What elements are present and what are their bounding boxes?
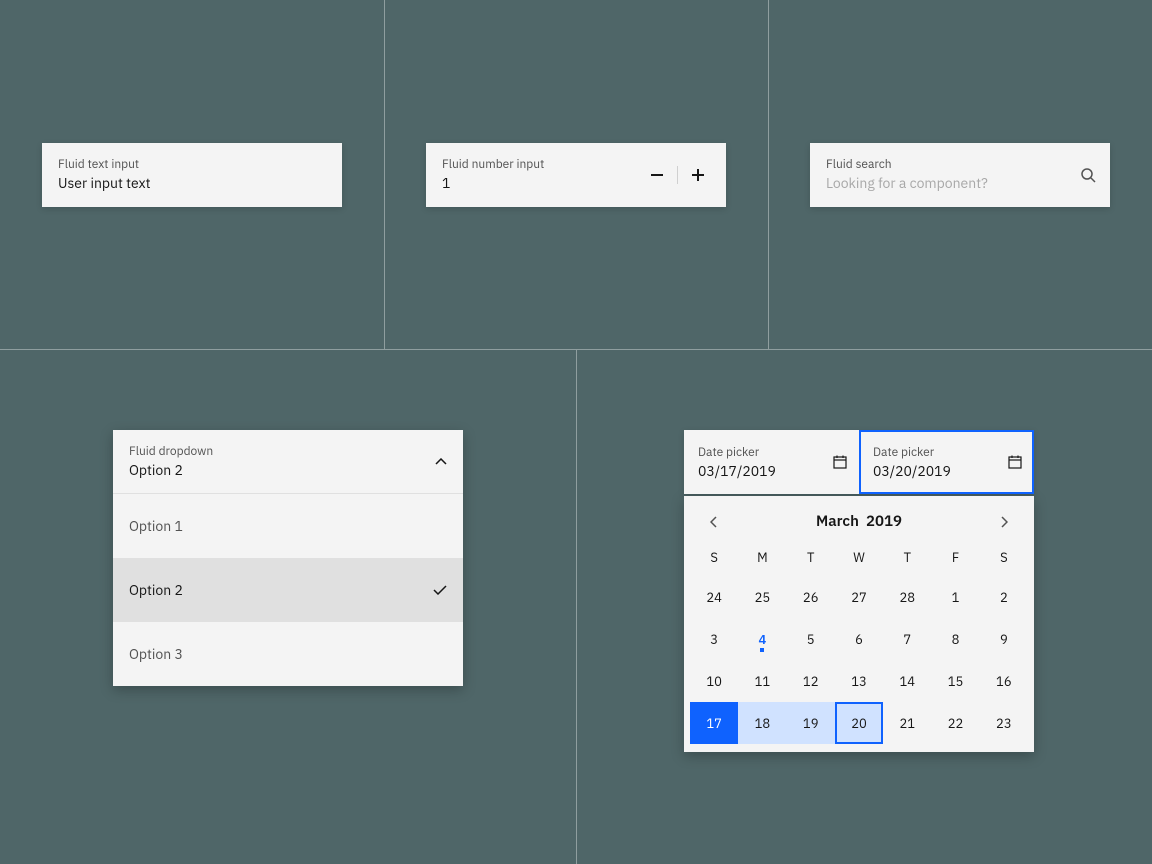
calendar-day[interactable]: 16 [980, 660, 1028, 702]
fluid-search-input[interactable]: Fluid search Looking for a component? [810, 143, 1110, 207]
calendar-day[interactable]: 11 [738, 660, 786, 702]
search-icon[interactable] [1080, 167, 1096, 183]
date-end-value: 03/20/2019 [873, 462, 1020, 480]
decrement-button[interactable] [637, 155, 677, 195]
date-end-label: Date picker [873, 445, 1020, 460]
dropdown-option[interactable]: Option 2 [113, 558, 463, 622]
date-start-input[interactable]: Date picker 03/17/2019 [684, 430, 859, 494]
calendar-day[interactable]: 7 [883, 618, 931, 660]
prev-month-button[interactable] [702, 516, 726, 528]
calendar-weekday: M [738, 539, 786, 576]
dropdown-selected: Option 2 [129, 461, 447, 479]
date-end-input[interactable]: Date picker 03/20/2019 [859, 430, 1034, 494]
search-label: Fluid search [826, 157, 1094, 172]
dropdown-option-label: Option 1 [129, 517, 183, 535]
calendar-day[interactable]: 28 [883, 576, 931, 618]
dropdown-option[interactable]: Option 1 [113, 494, 463, 558]
calendar-day[interactable]: 10 [690, 660, 738, 702]
fluid-number-input[interactable]: Fluid number input 1 [426, 143, 726, 207]
calendar-days-grid: 2425262728123456789101112131415161718192… [690, 576, 1028, 744]
calendar-weekday: W [835, 539, 883, 576]
calendar-day[interactable]: 9 [980, 618, 1028, 660]
text-input-label: Fluid text input [58, 157, 326, 172]
date-start-value: 03/17/2019 [698, 462, 845, 480]
calendar-weekday: S [690, 539, 738, 576]
calendar-weekday: T [787, 539, 835, 576]
calendar-weekday: F [931, 539, 979, 576]
dropdown-option-label: Option 2 [129, 581, 183, 599]
dropdown-option-label: Option 3 [129, 645, 183, 663]
checkmark-icon [433, 585, 447, 595]
calendar-day[interactable]: 15 [931, 660, 979, 702]
calendar-day[interactable]: 8 [931, 618, 979, 660]
calendar-month-year: March 2019 [816, 512, 902, 531]
increment-button[interactable] [678, 155, 718, 195]
calendar-day[interactable]: 13 [835, 660, 883, 702]
calendar-weekday: S [980, 539, 1028, 576]
chevron-up-icon [435, 458, 447, 466]
dropdown-label: Fluid dropdown [129, 444, 447, 459]
calendar-weekday-row: SMTWTFS [690, 539, 1028, 576]
calendar-day[interactable]: 26 [787, 576, 835, 618]
calendar-day[interactable]: 5 [787, 618, 835, 660]
calendar-day[interactable]: 22 [931, 702, 979, 744]
calendar-day[interactable]: 24 [690, 576, 738, 618]
calendar-day[interactable]: 18 [738, 702, 786, 744]
date-range-picker: Date picker 03/17/2019 Date picker 03/20… [684, 430, 1034, 752]
dropdown-option[interactable]: Option 3 [113, 622, 463, 686]
calendar-day[interactable]: 21 [883, 702, 931, 744]
calendar-day[interactable]: 17 [690, 702, 738, 744]
calendar-day[interactable]: 23 [980, 702, 1028, 744]
calendar-day[interactable]: 3 [690, 618, 738, 660]
calendar-day[interactable]: 12 [787, 660, 835, 702]
dropdown-toggle[interactable]: Fluid dropdown Option 2 [113, 430, 463, 494]
text-input-value: User input text [58, 174, 326, 192]
calendar-day[interactable]: 1 [931, 576, 979, 618]
calendar-day[interactable]: 14 [883, 660, 931, 702]
calendar-weekday: T [883, 539, 931, 576]
calendar-day[interactable]: 4 [738, 618, 786, 660]
calendar-day[interactable]: 2 [980, 576, 1028, 618]
calendar-day[interactable]: 6 [835, 618, 883, 660]
calendar-icon [833, 455, 847, 469]
date-start-label: Date picker [698, 445, 845, 460]
fluid-dropdown: Fluid dropdown Option 2 Option 1 Option … [113, 430, 463, 686]
calendar-icon [1008, 455, 1022, 469]
calendar-day[interactable]: 19 [787, 702, 835, 744]
calendar-day[interactable]: 25 [738, 576, 786, 618]
calendar-panel: March 2019 SMTWTFS 242526272812345678910… [684, 496, 1034, 752]
next-month-button[interactable] [992, 516, 1016, 528]
calendar-day[interactable]: 20 [835, 702, 883, 744]
calendar-day[interactable]: 27 [835, 576, 883, 618]
dropdown-menu: Option 1 Option 2 Option 3 [113, 494, 463, 686]
fluid-text-input[interactable]: Fluid text input User input text [42, 143, 342, 207]
divider [576, 349, 577, 864]
search-placeholder: Looking for a component? [826, 174, 1094, 192]
